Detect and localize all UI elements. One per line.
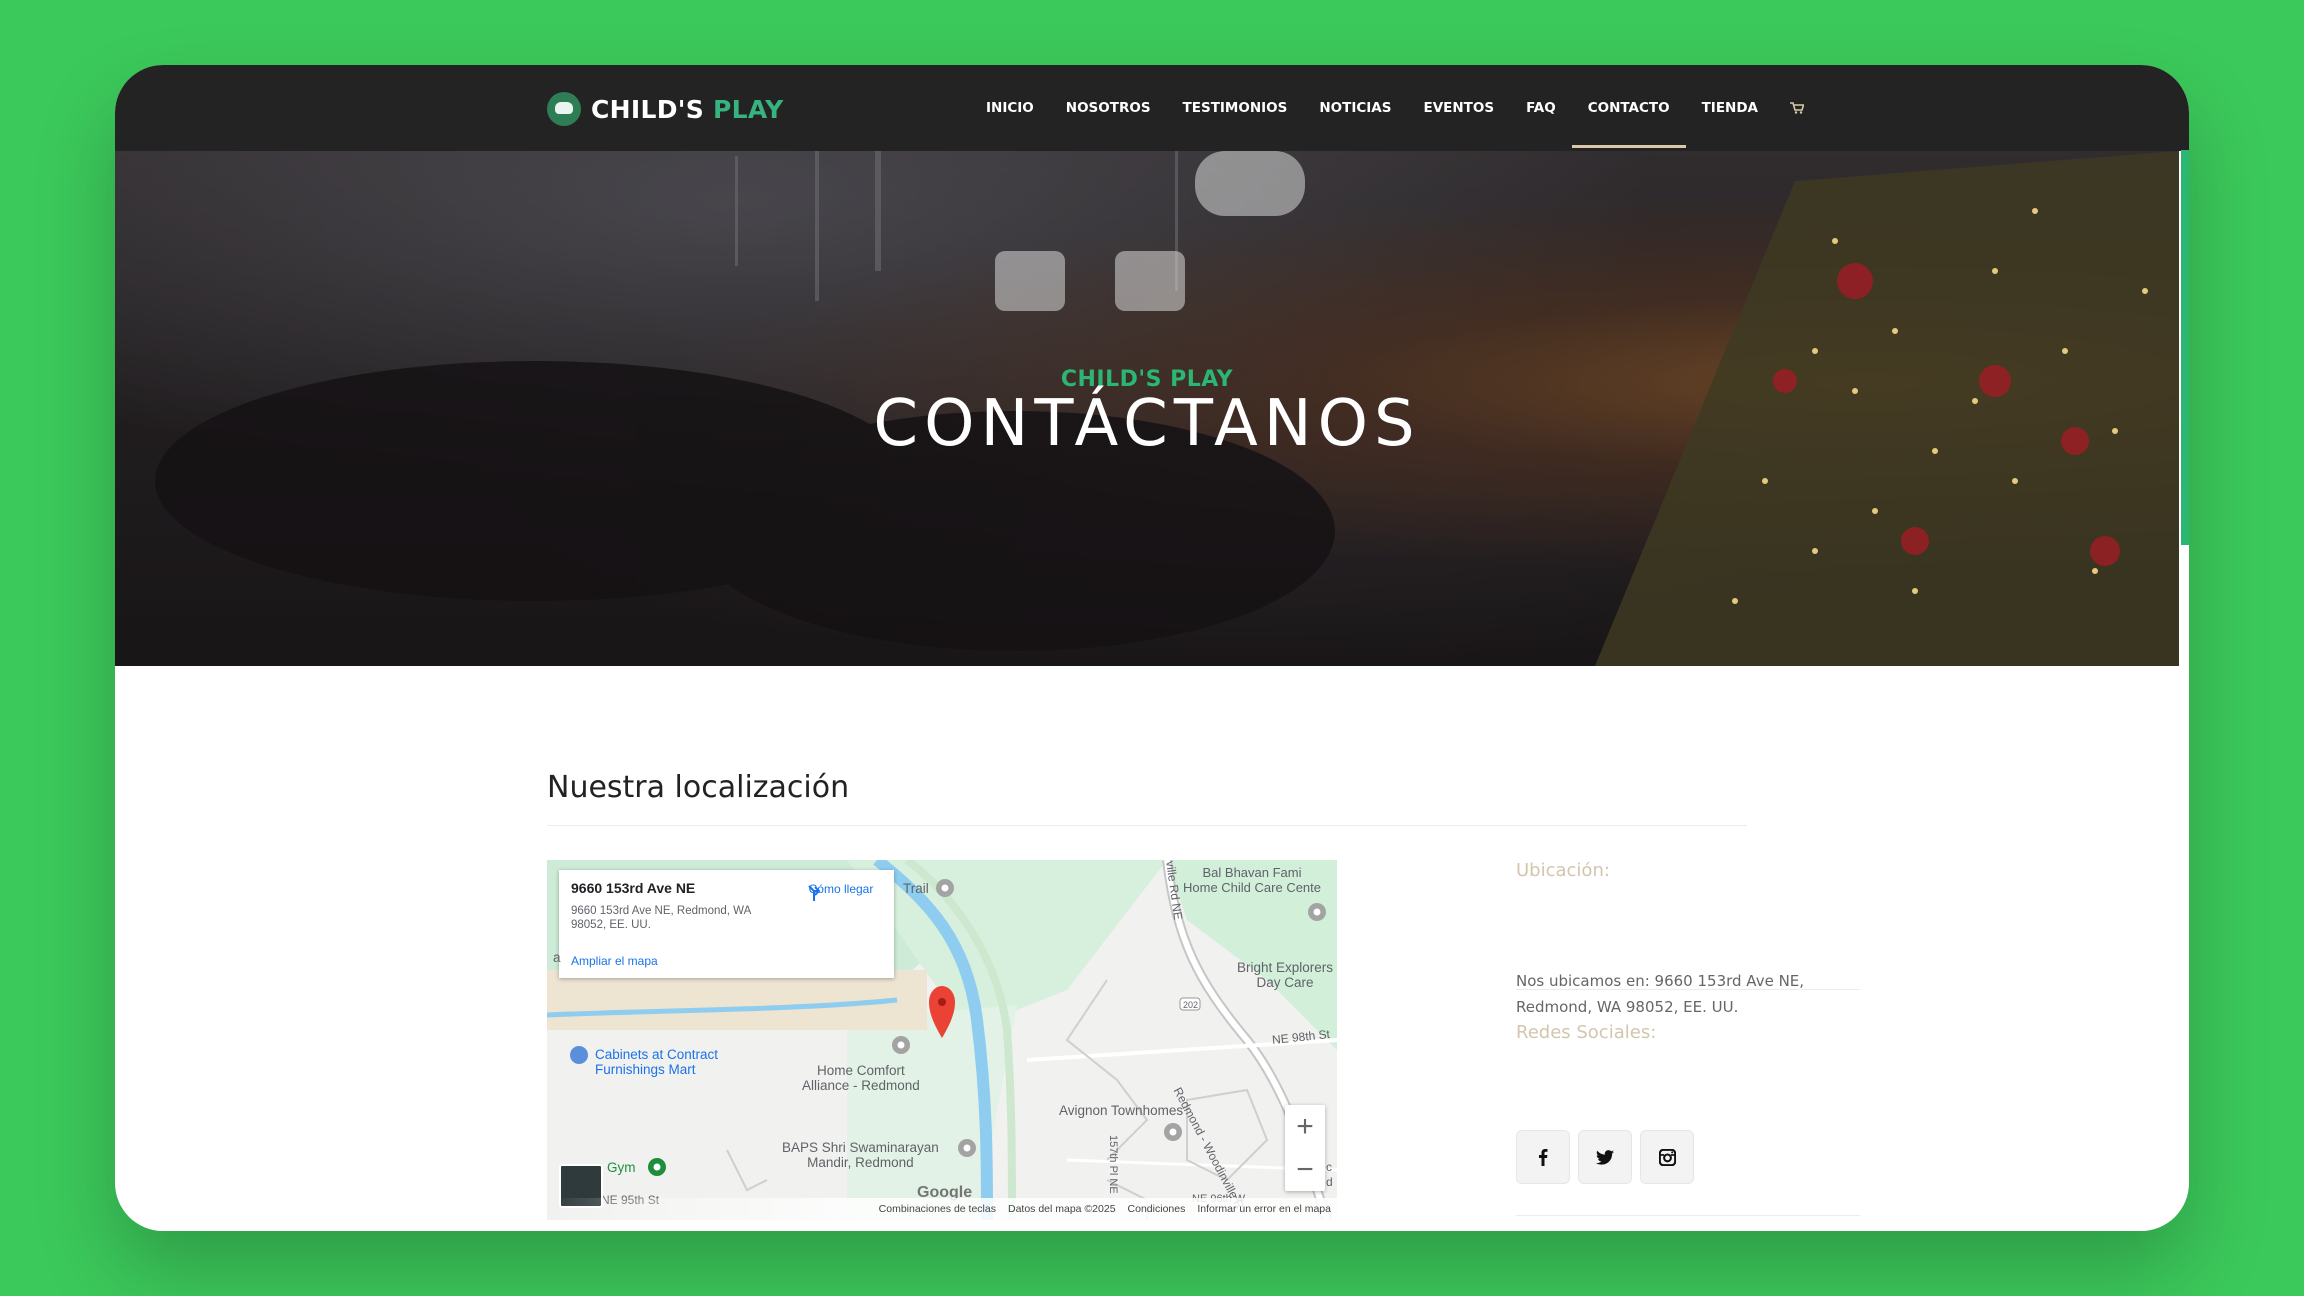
- divider: [1516, 1215, 1860, 1216]
- menu-item-tienda[interactable]: TIENDA: [1686, 65, 1774, 151]
- menu-item-eventos[interactable]: EVENTOS: [1407, 65, 1510, 151]
- map-label-cabinets[interactable]: Cabinets at Contract Furnishings Mart: [595, 1047, 718, 1077]
- location-text: Nos ubicamos en: 9660 153rd Ave NE, Redm…: [1516, 972, 1805, 1016]
- enlarge-map-link[interactable]: Ampliar el mapa: [571, 954, 658, 968]
- browser-window: CHILD'S PLAY INICIO NOSOTROS TESTIMONIOS…: [115, 65, 2189, 1231]
- hero-banner: CHILD'S PLAY CONTÁCTANOS: [115, 151, 2179, 666]
- divider: [547, 825, 1747, 826]
- main-menu: INICIO NOSOTROS TESTIMONIOS NOTICIAS EVE…: [970, 65, 1820, 151]
- instagram-icon: [1658, 1148, 1676, 1166]
- facebook-icon: [1539, 1149, 1548, 1166]
- map-label-baps[interactable]: BAPS Shri Swaminarayan Mandir, Redmond: [782, 1140, 939, 1170]
- hero-title: CONTÁCTANOS: [873, 387, 1421, 461]
- directions-icon: [808, 885, 821, 901]
- location-heading: Ubicación:: [1516, 860, 1610, 881]
- google-map[interactable]: 9660 153rd Ave NE 9660 153rd Ave NE, Red…: [547, 860, 1337, 1220]
- menu-item-testimonios[interactable]: TESTIMONIOS: [1167, 65, 1304, 151]
- instagram-button[interactable]: [1640, 1130, 1694, 1184]
- directions-button[interactable]: Cómo llegar: [804, 882, 878, 901]
- map-data-text: Datos del mapa ©2025: [1007, 1203, 1116, 1215]
- map-label-trail: Trail: [903, 881, 929, 896]
- site-logo[interactable]: CHILD'S PLAY: [547, 91, 784, 127]
- map-label-route-202: 202: [1183, 1000, 1199, 1010]
- map-card-address: 9660 153rd Ave NE, Redmond, WA 98052, EE…: [571, 905, 751, 931]
- map-info-card: 9660 153rd Ave NE 9660 153rd Ave NE, Red…: [559, 870, 894, 978]
- social-heading: Redes Sociales:: [1516, 1022, 1657, 1043]
- map-label-157th: 157th Pl NE: [1107, 1135, 1119, 1194]
- zoom-in-button[interactable]: +: [1285, 1105, 1325, 1148]
- map-label-edge-a: a: [553, 950, 561, 965]
- twitter-button[interactable]: [1578, 1130, 1632, 1184]
- keyboard-shortcuts-link[interactable]: Combinaciones de teclas: [879, 1203, 996, 1215]
- facebook-button[interactable]: [1516, 1130, 1570, 1184]
- map-footer: Combinaciones de teclas Datos del mapa ©…: [547, 1198, 1337, 1220]
- divider: [1516, 989, 1860, 990]
- map-label-home-comfort[interactable]: Home Comfort Alliance - Redmond: [802, 1063, 920, 1093]
- zoom-controls: + −: [1285, 1105, 1325, 1191]
- scrollbar[interactable]: [2181, 150, 2189, 545]
- section-title: Nuestra localización: [547, 770, 850, 805]
- menu-item-inicio[interactable]: INICIO: [970, 65, 1050, 151]
- logo-text: CHILD'S PLAY: [591, 94, 784, 124]
- cart-icon: [1790, 102, 1804, 114]
- map-label-gym[interactable]: Gym: [607, 1160, 636, 1175]
- cart-button[interactable]: [1774, 65, 1820, 151]
- menu-item-contacto[interactable]: CONTACTO: [1571, 65, 1686, 151]
- logo-badge-icon: [547, 92, 581, 126]
- report-error-link[interactable]: Informar un error en el mapa: [1197, 1203, 1331, 1215]
- map-label-avignon[interactable]: Avignon Townhomes: [1059, 1103, 1183, 1118]
- map-label-edge-cd: c d: [1326, 1160, 1333, 1189]
- menu-item-nosotros[interactable]: NOSOTROS: [1050, 65, 1167, 151]
- twitter-icon: [1596, 1149, 1614, 1165]
- terms-link[interactable]: Condiciones: [1128, 1203, 1186, 1215]
- map-label-bal-bhavan: Bal Bhavan Fami Home Child Care Cente: [1183, 865, 1322, 895]
- menu-item-faq[interactable]: FAQ: [1510, 65, 1572, 151]
- zoom-out-button[interactable]: −: [1285, 1148, 1325, 1191]
- top-navbar: CHILD'S PLAY INICIO NOSOTROS TESTIMONIOS…: [115, 65, 2189, 151]
- menu-item-noticias[interactable]: NOTICIAS: [1303, 65, 1407, 151]
- map-label-bright-explorers: Bright Explorers Day Care: [1237, 960, 1334, 990]
